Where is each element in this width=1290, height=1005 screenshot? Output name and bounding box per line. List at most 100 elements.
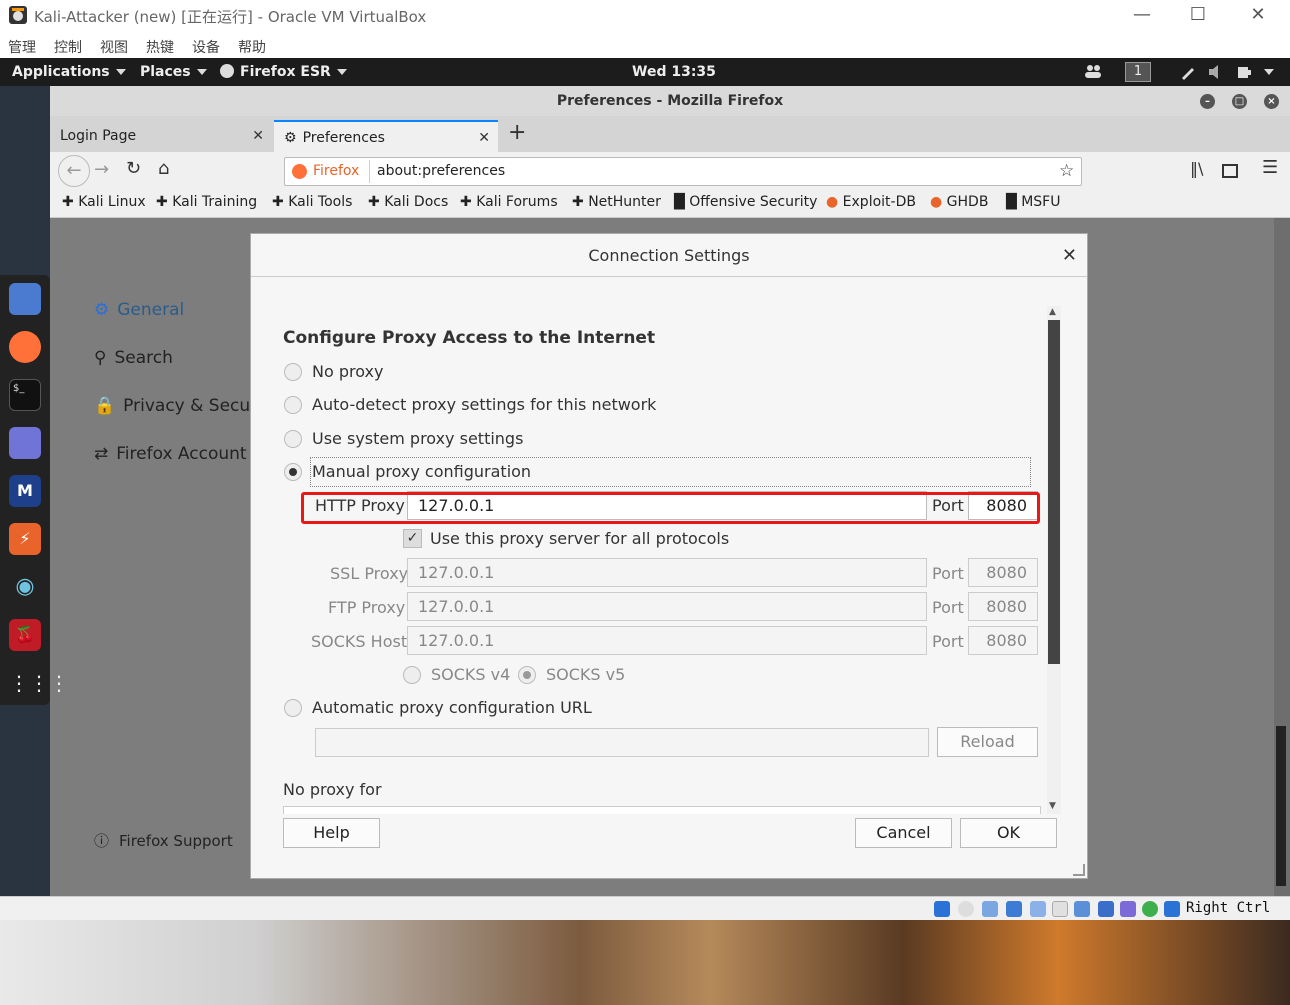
chevron-down-icon[interactable] (1264, 69, 1274, 75)
firefox-icon[interactable] (9, 331, 41, 363)
resize-grip-icon[interactable] (1073, 864, 1085, 876)
metasploit-icon[interactable]: M (9, 475, 41, 507)
auto-config-url-input[interactable] (315, 728, 929, 757)
menu-devices[interactable]: 设备 (192, 37, 220, 57)
menu-control[interactable]: 控制 (54, 37, 82, 57)
menu-hotkeys[interactable]: 热键 (146, 37, 174, 57)
use-all-checkbox[interactable]: ✓ (403, 529, 422, 548)
use-all-label[interactable]: Use this proxy server for all protocols (430, 529, 729, 548)
applications-menu[interactable]: Applications (12, 64, 126, 80)
firefox-support-link[interactable]: ⓘ Firefox Support (94, 830, 233, 851)
maximize-icon[interactable]: □ (1232, 94, 1247, 109)
system-proxy-label[interactable]: Use system proxy settings (312, 429, 523, 448)
socks-v5-label[interactable]: SOCKS v5 (546, 665, 625, 684)
show-apps-grid-icon[interactable]: ⋮⋮⋮ (9, 667, 69, 699)
hard-disk-icon[interactable] (934, 901, 950, 917)
eye-icon[interactable]: ◉ (9, 571, 41, 603)
socks-host-input[interactable]: 127.0.0.1 (407, 626, 927, 655)
auto-detect-label[interactable]: Auto-detect proxy settings for this netw… (312, 395, 656, 414)
text-editor-icon[interactable] (9, 427, 41, 459)
bookmark-nethunter[interactable]: ✚ NetHunter (572, 194, 661, 210)
network-icon[interactable] (1006, 901, 1022, 917)
keyboard-capture-icon[interactable] (1164, 901, 1180, 917)
mouse-integration-icon[interactable] (1142, 901, 1158, 917)
sidebar-item-search[interactable]: ⚲ Search (94, 348, 173, 368)
library-icon[interactable]: ‖\ (1190, 159, 1203, 178)
menu-view[interactable]: 视图 (100, 37, 128, 57)
tab-preferences[interactable]: ⚙ Preferences ✕ (274, 120, 498, 152)
radio-socks-v5[interactable] (518, 666, 536, 684)
forward-icon[interactable]: → (94, 159, 109, 180)
dialog-scrollbar-thumb[interactable] (1048, 320, 1060, 664)
virtualization-icon[interactable] (1120, 901, 1136, 917)
optical-drive-icon[interactable] (958, 901, 974, 917)
socks-v4-label[interactable]: SOCKS v4 (431, 665, 510, 684)
volume-icon[interactable] (1208, 64, 1226, 80)
radio-manual-proxy[interactable] (284, 463, 302, 481)
places-menu[interactable]: Places (140, 64, 207, 80)
hamburger-menu-icon[interactable]: ☰ (1262, 157, 1278, 178)
ssl-port-input[interactable]: 8080 (968, 558, 1038, 587)
bookmark-kali-forums[interactable]: ✚ Kali Forums (460, 194, 558, 210)
home-icon[interactable]: ⌂ (158, 158, 169, 179)
maximize-button[interactable]: ☐ (1176, 2, 1220, 28)
bookmark-kali-tools[interactable]: ✚ Kali Tools (272, 194, 352, 210)
radio-socks-v4[interactable] (403, 666, 421, 684)
auto-config-url-label[interactable]: Automatic proxy configuration URL (312, 698, 592, 717)
usb-icon[interactable] (1030, 901, 1046, 917)
bookmark-ghdb[interactable]: ● GHDB (930, 194, 988, 210)
tab-login-page[interactable]: Login Page ✕ (50, 120, 272, 152)
workspace-indicator[interactable]: 1 (1125, 62, 1151, 82)
ftp-port-input[interactable]: 8080 (968, 592, 1038, 621)
scroll-up-icon[interactable]: ▲ (1049, 307, 1056, 317)
reload-icon[interactable]: ↻ (126, 158, 141, 179)
recording-icon[interactable] (1098, 901, 1114, 917)
close-button[interactable]: ✕ (1236, 2, 1280, 28)
firefox-app-menu[interactable]: Firefox ESR (220, 64, 347, 80)
radio-system-proxy[interactable] (284, 430, 302, 448)
no-proxy-for-input[interactable] (283, 806, 1041, 814)
menu-help[interactable]: 帮助 (238, 37, 266, 57)
menu-manage[interactable]: 管理 (8, 37, 36, 57)
bookmark-kali-training[interactable]: ✚ Kali Training (156, 194, 257, 210)
terminal-icon[interactable]: $_ (9, 379, 41, 411)
page-scrollbar-thumb[interactable] (1276, 726, 1286, 886)
bookmark-kali-linux[interactable]: ✚ Kali Linux (62, 194, 146, 210)
cancel-button[interactable]: Cancel (855, 818, 952, 848)
url-bar[interactable]: Firefox about:preferences ☆ (284, 157, 1082, 186)
display-icon[interactable] (1074, 901, 1090, 917)
reload-button[interactable]: Reload (937, 727, 1038, 757)
ftp-proxy-input[interactable]: 127.0.0.1 (407, 592, 927, 621)
back-icon[interactable]: ← (58, 155, 90, 187)
close-tab-icon[interactable]: ✕ (478, 130, 490, 146)
bookmark-offensive-security[interactable]: █ Offensive Security (674, 194, 817, 210)
bookmark-msfu[interactable]: █ MSFU (1006, 194, 1060, 210)
ok-button[interactable]: OK (960, 818, 1057, 848)
bookmark-exploit-db[interactable]: ● Exploit-DB (826, 194, 916, 210)
files-icon[interactable] (9, 283, 41, 315)
close-icon[interactable]: ✕ (1062, 234, 1077, 277)
radio-auto-detect[interactable] (284, 396, 302, 414)
help-button[interactable]: Help (283, 818, 380, 848)
sidebar-item-firefox-account[interactable]: ⇄ Firefox Account (94, 444, 247, 464)
radio-no-proxy[interactable] (284, 363, 302, 381)
power-icon[interactable] (1236, 64, 1252, 80)
burpsuite-icon[interactable]: ⚡ (9, 523, 41, 555)
sidebar-item-general[interactable]: ⚙ General (94, 300, 184, 320)
sidebar-toggle-icon[interactable] (1222, 164, 1238, 178)
socks-port-input[interactable]: 8080 (968, 626, 1038, 655)
sidebar-item-privacy[interactable]: 🔒 Privacy & Securi (94, 396, 262, 416)
minimize-icon[interactable]: – (1200, 94, 1215, 109)
clock[interactable]: Wed 13:35 (632, 64, 716, 80)
scroll-down-icon[interactable]: ▼ (1049, 801, 1056, 811)
users-icon[interactable] (1084, 64, 1102, 78)
shared-folders-icon[interactable] (1052, 901, 1068, 917)
new-tab-icon[interactable]: + (508, 120, 526, 145)
pen-icon[interactable] (1180, 64, 1196, 80)
audio-icon[interactable] (982, 901, 998, 917)
manual-proxy-label[interactable]: Manual proxy configuration (312, 462, 531, 481)
minimize-button[interactable]: — (1120, 2, 1164, 28)
ssl-proxy-input[interactable]: 127.0.0.1 (407, 558, 927, 587)
close-icon[interactable]: × (1264, 94, 1279, 109)
cherry-icon[interactable]: 🍒 (9, 619, 41, 651)
